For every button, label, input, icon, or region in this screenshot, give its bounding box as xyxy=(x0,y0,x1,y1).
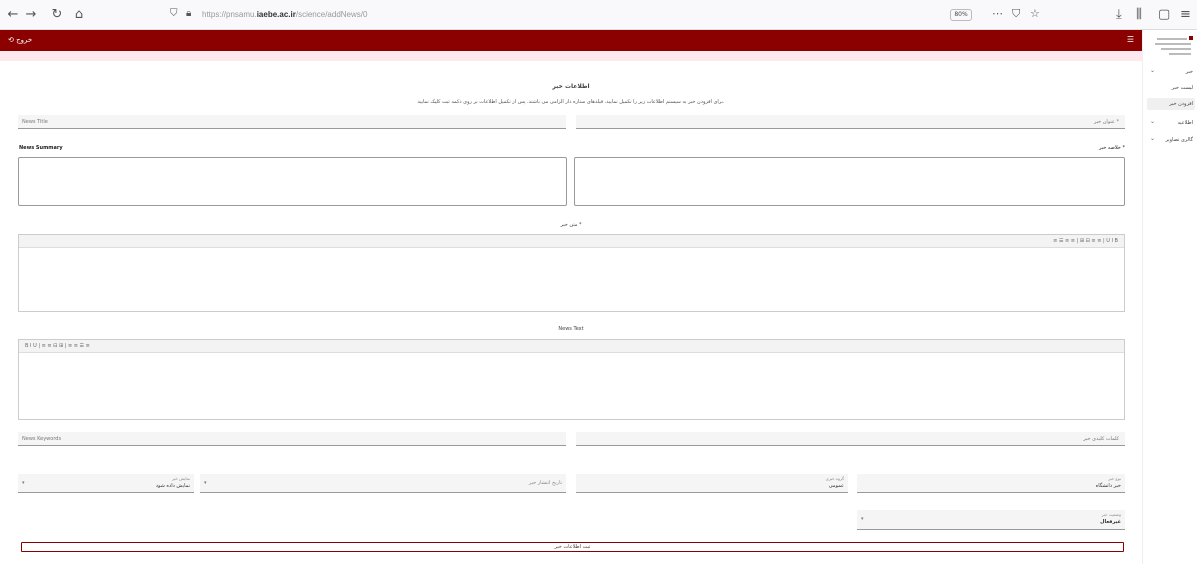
library-icon[interactable]: ⫼ xyxy=(1136,7,1142,22)
body-fa-editor[interactable]: ≡ ☰ ≡ ≡ | ⊞ ⊟ ≡ ≡ | U I B xyxy=(18,234,1125,312)
sidebar-item-label: خبر xyxy=(1185,69,1193,75)
more-icon[interactable]: ⋯ xyxy=(992,7,1003,20)
chevron-down-icon: ▾ xyxy=(22,480,25,486)
sidebar-item-announcements[interactable]: ⌄ اطلاعیه xyxy=(1147,117,1195,129)
chevron-icon: ⌄ xyxy=(1150,67,1156,74)
hamburger-icon[interactable]: ☰ xyxy=(1127,35,1134,44)
summary-en-label: News Summary xyxy=(19,145,63,151)
keywords-fa-input[interactable]: کلمات کلیدی خبر xyxy=(576,432,1125,446)
chevron-icon: ⌄ xyxy=(1150,135,1156,142)
select-caption: نوع خبر xyxy=(1108,476,1121,481)
chevron-down-icon: ▾ xyxy=(204,480,207,486)
home-icon[interactable]: ⌂ xyxy=(72,8,86,22)
app-header: ⟲ خروج ☰ xyxy=(0,30,1142,51)
sidebar-item-gallery[interactable]: ⌄ گالری تصاویر xyxy=(1147,134,1195,146)
sidebar-item-label: لیست خبر xyxy=(1171,85,1193,91)
news-title-fa-input[interactable]: عنوان خبر * xyxy=(576,115,1125,129)
field-placeholder: News Keywords xyxy=(22,436,62,442)
form-title: اطلاعات خبر xyxy=(552,83,590,90)
select-value: تاریخ انتشار خبر xyxy=(528,480,562,486)
display-select[interactable]: نمایش خبر نمایش داده شود ▾ xyxy=(18,474,194,493)
logout-link[interactable]: ⟲ خروج xyxy=(8,36,32,44)
keywords-en-input[interactable]: News Keywords xyxy=(18,432,566,446)
summary-fa-label: خلاصه خبر * xyxy=(1098,145,1125,151)
editor-toolbar[interactable]: B I U | ≡ ≡ ⊟ ⊞ | ≡ ≡ ☰ ≡ xyxy=(19,340,1124,353)
sidebar-item-label: گالری تصاویر xyxy=(1165,137,1193,143)
chevron-down-icon: ▾ xyxy=(861,516,864,522)
sidebar-item-add-news[interactable]: افزودن خبر xyxy=(1147,98,1195,110)
select-caption: نمایش خبر xyxy=(171,476,190,481)
news-title-en-input[interactable]: News Title xyxy=(18,115,566,129)
browser-toolbar: ← → ↻ ⌂ ⛉ 🔒︎ https://pnsamu.iaebe.ac.ir/… xyxy=(0,0,1197,30)
select-caption: وضعیت خبر xyxy=(1101,512,1121,517)
forward-icon[interactable]: → xyxy=(24,8,38,22)
header-strip xyxy=(0,51,1142,61)
sidebar-icon[interactable]: ▢ xyxy=(1158,7,1170,22)
sidebar-item-news-list[interactable]: لیست خبر xyxy=(1147,82,1195,94)
url-text[interactable]: https://pnsamu.iaebe.ac.ir/science/addNe… xyxy=(202,10,367,19)
field-placeholder: کلمات کلیدی خبر xyxy=(1083,436,1119,442)
form-hint: برای افزودن خبر به سیستم اطلاعات زیر را … xyxy=(417,99,725,105)
pocket-icon[interactable]: ⛉ xyxy=(1012,7,1020,21)
menu-icon[interactable]: ≡ xyxy=(1180,7,1191,22)
select-value: غیرفعال xyxy=(1100,519,1121,525)
news-group-select[interactable]: گروه خبری عمومی xyxy=(576,474,848,493)
body-en-label: News Text xyxy=(558,326,584,332)
select-value: عمومی xyxy=(828,483,844,489)
summary-en-textarea[interactable] xyxy=(18,157,567,206)
field-placeholder: News Title xyxy=(22,119,48,125)
back-icon[interactable]: ← xyxy=(6,8,20,22)
sidebar-item-news[interactable]: ⌄ خبر xyxy=(1147,66,1195,78)
news-type-select[interactable]: نوع خبر خبر دانشگاه xyxy=(857,474,1125,493)
chevron-icon: ⌄ xyxy=(1150,118,1156,125)
sidebar-item-label: افزودن خبر xyxy=(1169,101,1193,107)
select-value: خبر دانشگاه xyxy=(1095,483,1121,489)
reload-icon[interactable]: ↻ xyxy=(50,8,64,22)
address-bar[interactable]: ⛉ 🔒︎ https://pnsamu.iaebe.ac.ir/science/… xyxy=(160,5,1064,25)
editor-toolbar[interactable]: ≡ ☰ ≡ ≡ | ⊞ ⊟ ≡ ≡ | U I B xyxy=(19,235,1124,248)
university-logo xyxy=(1151,34,1195,56)
summary-fa-textarea[interactable] xyxy=(574,157,1125,206)
download-icon[interactable]: ⤓ xyxy=(1116,7,1122,22)
body-fa-label: متن خبر * xyxy=(560,222,582,228)
lock-icon[interactable]: 🔒︎ xyxy=(186,8,191,19)
submit-button[interactable]: ثبت اطلاعات خبر xyxy=(21,542,1124,552)
select-value: نمایش داده شود xyxy=(155,483,190,489)
sidebar-item-label: اطلاعیه xyxy=(1177,120,1193,126)
select-caption: گروه خبری xyxy=(825,476,844,481)
shield-icon[interactable]: ⛉ xyxy=(170,8,178,19)
zoom-level[interactable]: 80% xyxy=(950,9,972,21)
status-select[interactable]: وضعیت خبر غیرفعال ▾ xyxy=(857,510,1125,530)
sidebar: ⌄ خبر لیست خبر افزودن خبر ⌄ اطلاعیه ⌄ گا… xyxy=(1142,30,1197,564)
field-placeholder: عنوان خبر * xyxy=(1093,119,1119,125)
publish-date-select[interactable]: تاریخ انتشار خبر ▾ xyxy=(200,474,566,493)
body-en-editor[interactable]: B I U | ≡ ≡ ⊟ ⊞ | ≡ ≡ ☰ ≡ xyxy=(18,339,1125,420)
bookmark-star-icon[interactable]: ☆ xyxy=(1030,7,1040,20)
